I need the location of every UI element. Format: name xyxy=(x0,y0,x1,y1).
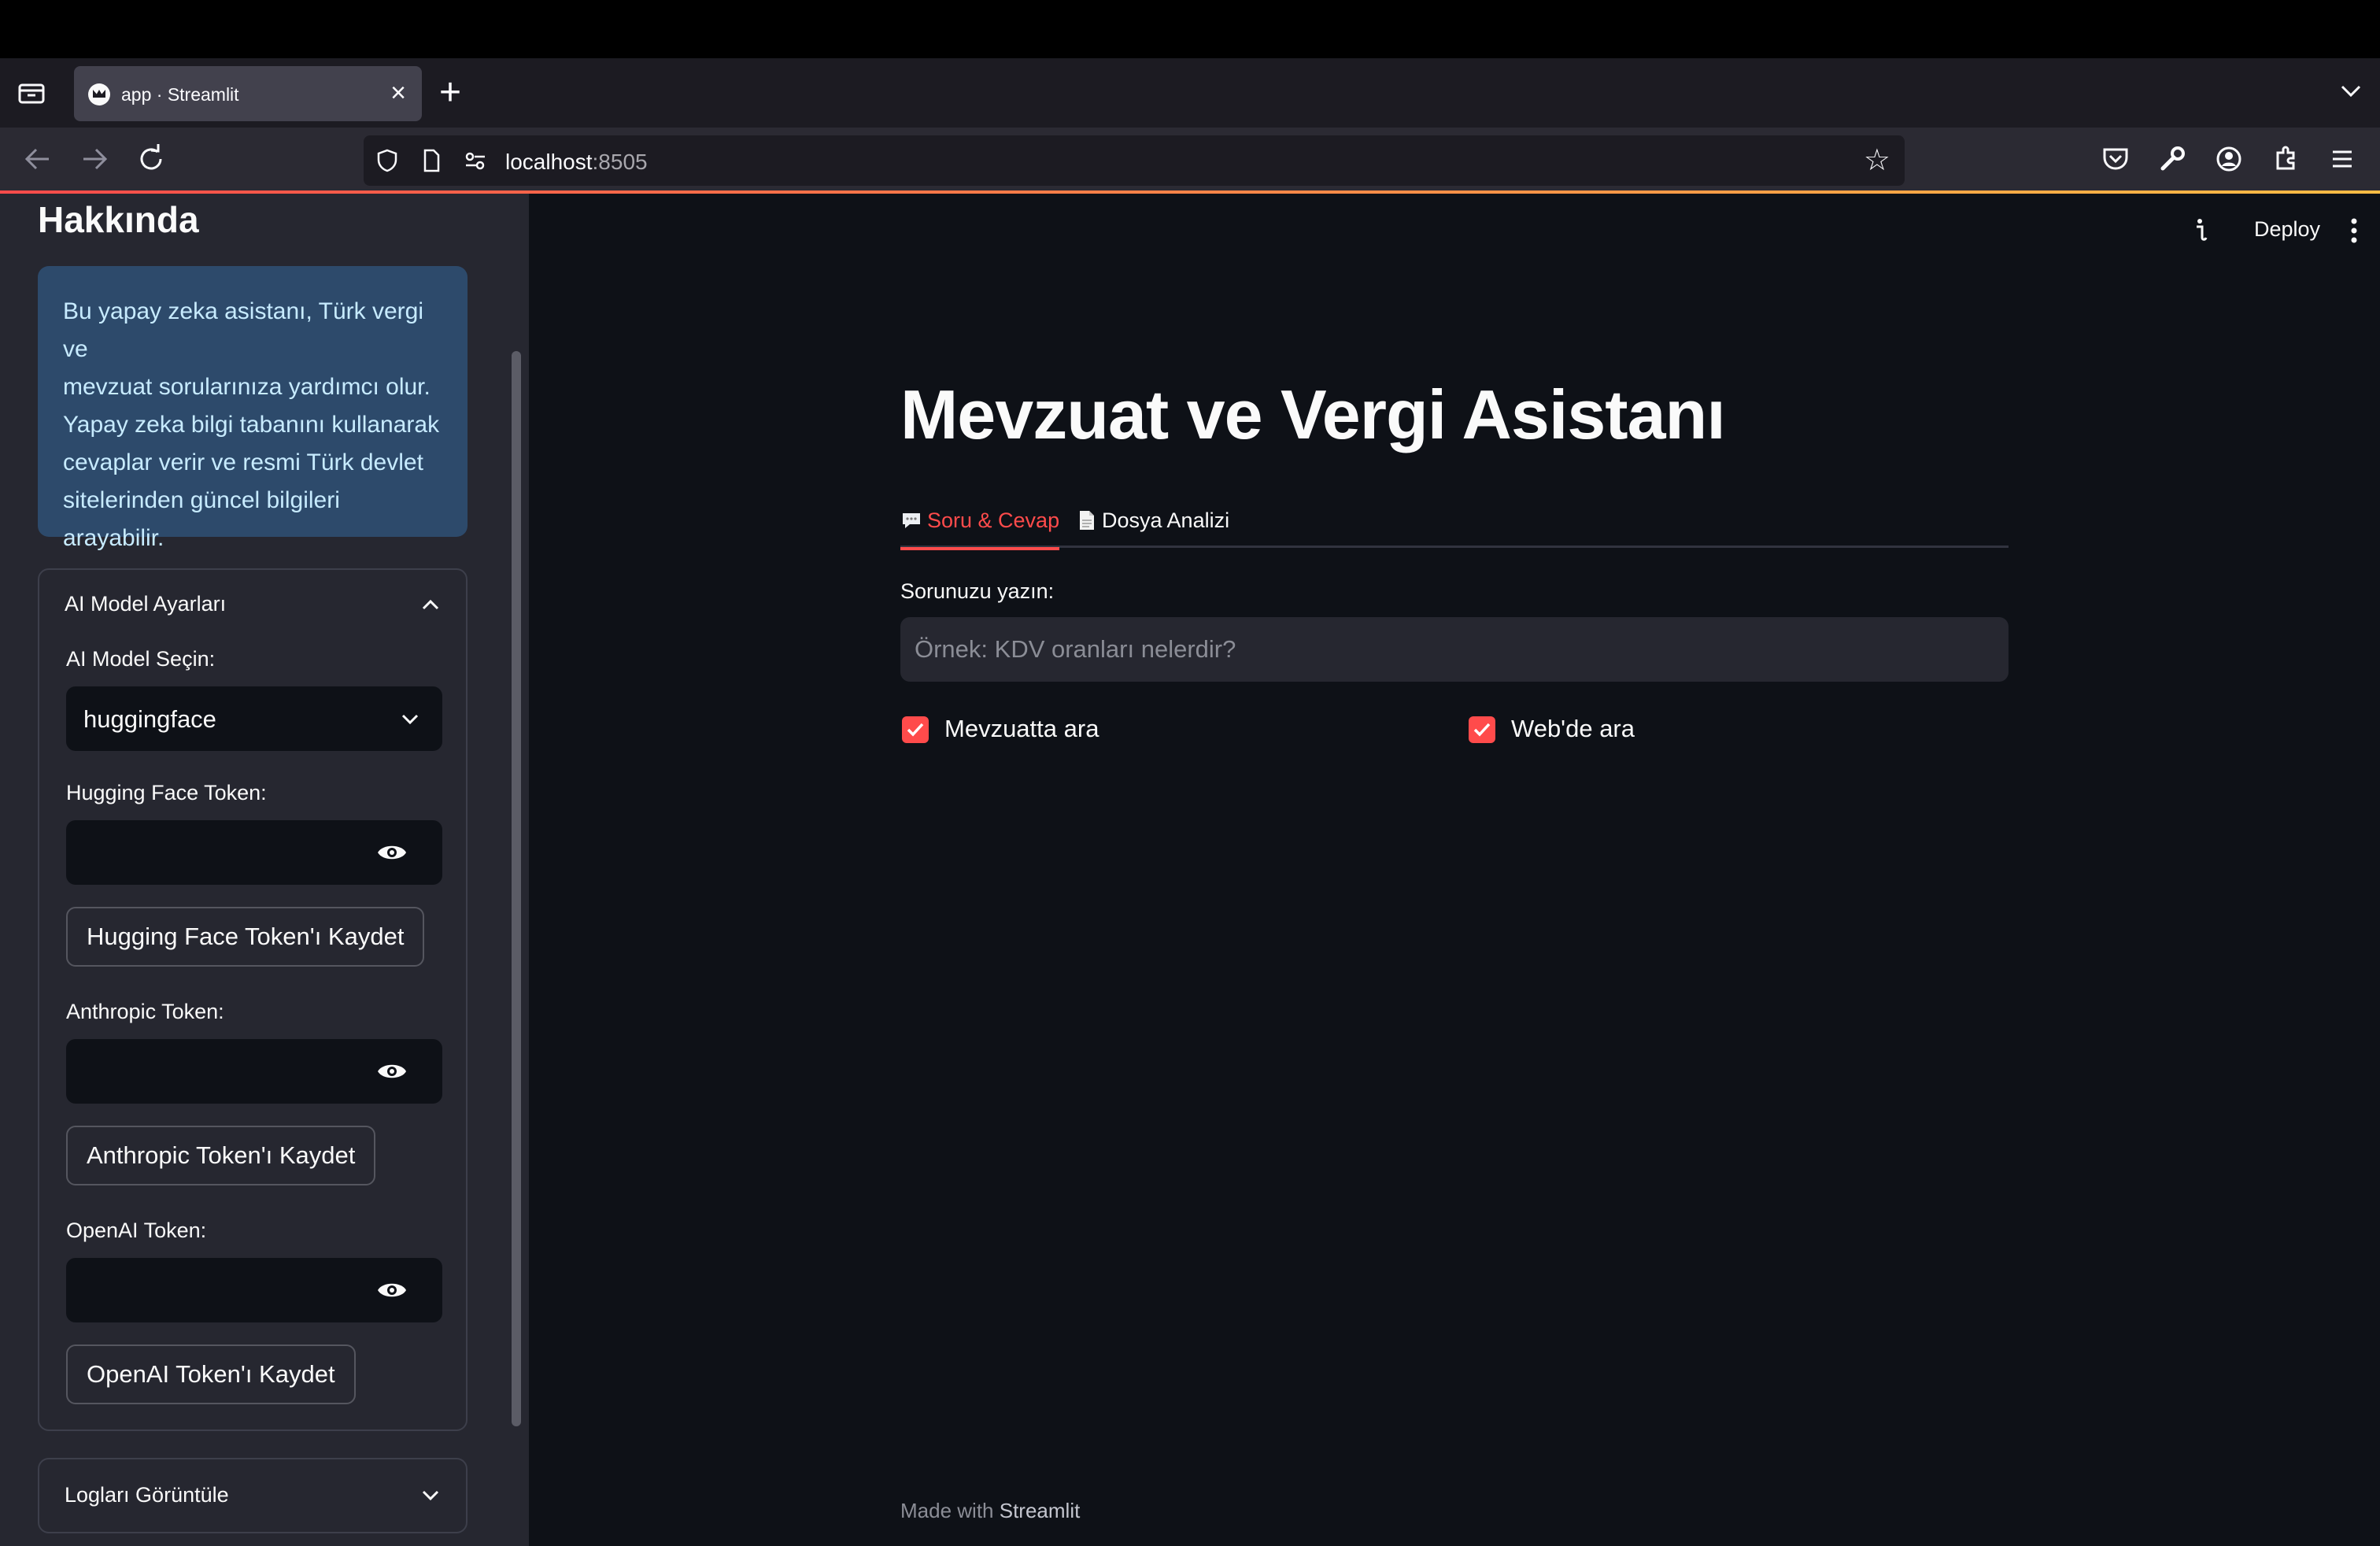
sidebar-scrollbar-thumb[interactable] xyxy=(512,351,521,1426)
account-icon[interactable] xyxy=(2213,143,2245,175)
question-label: Sorunuzu yazın: xyxy=(900,579,1055,603)
tab-soru-cevap[interactable]: Soru & Cevap xyxy=(900,499,1060,550)
reload-icon[interactable] xyxy=(134,142,168,176)
page-info-icon[interactable] xyxy=(419,148,444,173)
show-password-eye-icon[interactable] xyxy=(376,841,408,864)
permissions-icon[interactable] xyxy=(463,148,488,173)
checkmark-icon xyxy=(907,723,924,737)
anthropic-token-input[interactable] xyxy=(66,1039,442,1104)
tab-title: app · Streamlit xyxy=(121,84,239,105)
deploy-button[interactable]: Deploy xyxy=(2254,217,2320,242)
save-anthropic-token-button[interactable]: Anthropic Token'ı Kaydet xyxy=(66,1126,376,1185)
main-menu-kebab-icon[interactable] xyxy=(2350,217,2358,244)
streamlit-favicon-icon xyxy=(88,83,110,105)
search-web-label[interactable]: Web'de ara xyxy=(1511,715,1635,743)
pocket-icon[interactable] xyxy=(2100,143,2131,175)
save-hf-token-button[interactable]: Hugging Face Token'ı Kaydet xyxy=(66,907,425,967)
model-select-value: huggingface xyxy=(83,705,216,733)
chevron-down-icon xyxy=(401,714,419,725)
speech-balloon-icon xyxy=(903,513,920,528)
tab-dosya-analizi[interactable]: Dosya Analizi xyxy=(1075,499,1229,548)
browser-tab-bar: app · Streamlit × + xyxy=(0,58,2380,128)
url-text[interactable]: localhost:8505 xyxy=(505,150,648,175)
hamburger-menu-icon[interactable] xyxy=(2326,143,2358,175)
streamlit-link[interactable]: Streamlit xyxy=(1000,1499,1081,1522)
main-content: Deploy Mevzuat ve Vergi Asistanı Soru & … xyxy=(529,194,2380,1546)
search-legislation-checkbox[interactable] xyxy=(902,716,929,743)
show-password-eye-icon[interactable] xyxy=(376,1278,408,1302)
shield-icon[interactable] xyxy=(375,148,400,173)
tab-list: Soru & Cevap Dosya Analizi xyxy=(900,499,2009,550)
sidebar: Hakkında Bu yapay zeka asistanı, Türk ve… xyxy=(0,194,529,1546)
hf-token-input[interactable] xyxy=(66,820,442,885)
url-bar[interactable]: localhost:8505 ☆ xyxy=(364,135,1905,186)
sidebar-title: Hakkında xyxy=(38,199,199,240)
new-tab-icon[interactable]: + xyxy=(439,71,461,115)
chevron-down-icon[interactable] xyxy=(2339,79,2363,102)
chevron-up-icon[interactable] xyxy=(420,595,441,616)
os-menu-bar xyxy=(0,0,2380,58)
back-arrow-icon[interactable] xyxy=(20,142,55,176)
footer: Made with Streamlit xyxy=(900,1499,1081,1522)
tab-manager-icon[interactable] xyxy=(17,80,46,105)
info-text: Bu yapay zeka asistanı, Türk vergi ve me… xyxy=(63,298,440,551)
model-select-label: AI Model Seçin: xyxy=(66,647,216,671)
anthropic-token-label: Anthropic Token: xyxy=(66,1000,224,1023)
page-title: Mevzuat ve Vergi Asistanı xyxy=(900,375,1726,453)
view-logs-expander[interactable]: Logları Görüntüle xyxy=(38,1458,468,1533)
show-password-eye-icon[interactable] xyxy=(376,1060,408,1083)
app-header-toolbar: Deploy xyxy=(2144,194,2380,264)
extensions-icon[interactable] xyxy=(2270,143,2301,175)
forward-arrow-icon[interactable] xyxy=(77,142,112,176)
close-tab-icon[interactable]: × xyxy=(390,77,406,109)
info-box: Bu yapay zeka asistanı, Türk vergi ve me… xyxy=(38,266,468,551)
save-openai-token-button[interactable]: OpenAI Token'ı Kaydet xyxy=(66,1344,356,1404)
question-input[interactable] xyxy=(900,617,2009,682)
bookmark-star-icon[interactable]: ☆ xyxy=(1864,145,1890,176)
chevron-down-icon[interactable] xyxy=(420,1485,441,1505)
hf-token-label: Hugging Face Token: xyxy=(66,781,267,804)
ai-model-settings-expander: AI Model Ayarları AI Model Seçin: huggin… xyxy=(38,568,468,1431)
checkmark-icon xyxy=(1473,723,1491,737)
openai-token-label: OpenAI Token: xyxy=(66,1219,207,1242)
openai-token-input[interactable] xyxy=(66,1258,442,1322)
wrench-icon[interactable] xyxy=(2156,143,2188,175)
browser-nav-bar: localhost:8505 ☆ xyxy=(0,128,2380,192)
expander-title: Logları Görüntüle xyxy=(65,1483,229,1507)
document-icon xyxy=(1080,511,1094,530)
expander-title: AI Model Ayarları xyxy=(65,592,227,616)
search-legislation-label[interactable]: Mevzuatta ara xyxy=(944,715,1099,743)
model-select[interactable]: huggingface xyxy=(66,686,442,751)
browser-tab-active[interactable]: app · Streamlit × xyxy=(74,66,422,121)
running-status-icon[interactable] xyxy=(2188,216,2215,242)
search-web-checkbox[interactable] xyxy=(1469,716,1495,743)
